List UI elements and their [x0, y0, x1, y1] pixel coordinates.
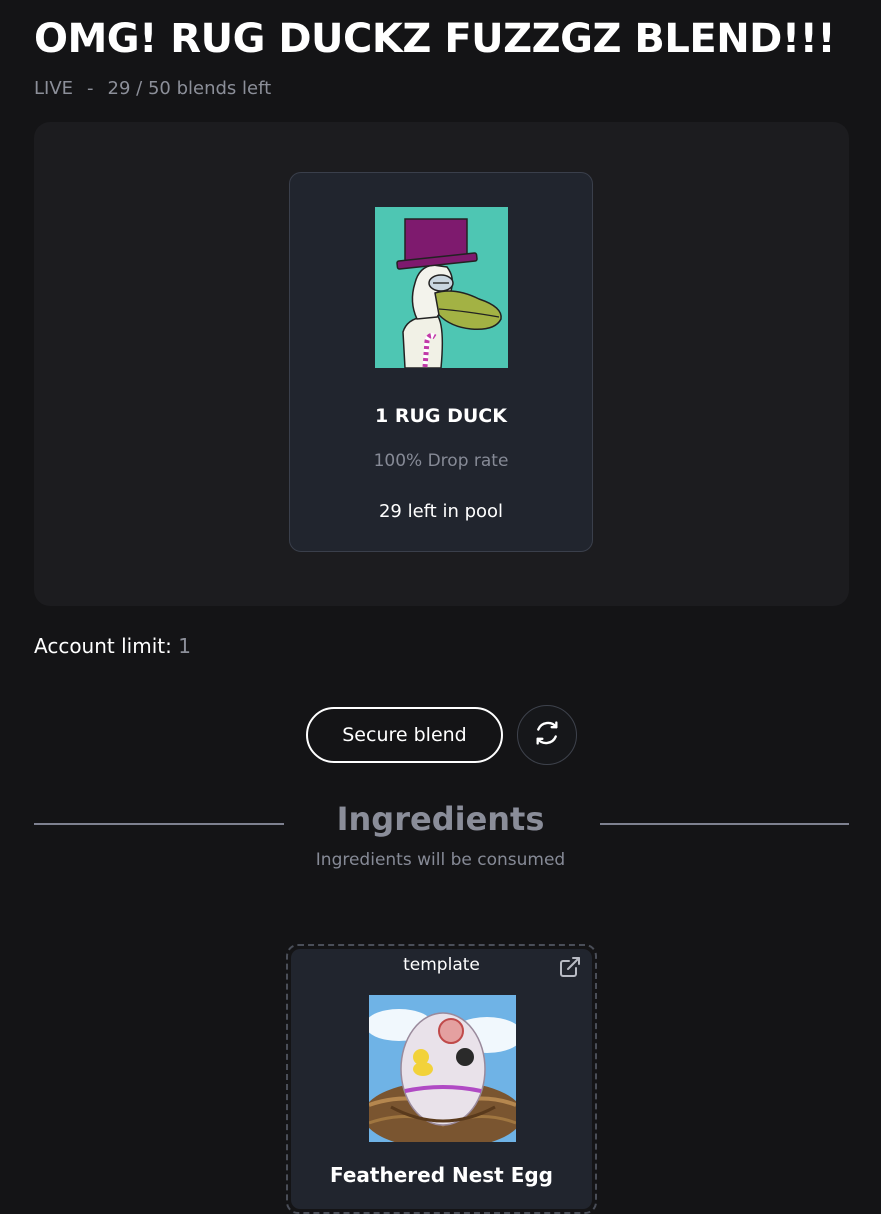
status-badge: LIVE — [34, 78, 74, 99]
account-limit-label: Account limit: — [34, 634, 172, 658]
feathered-nest-egg-image — [369, 995, 516, 1142]
result-panel: 1 RUG DUCK 100% Drop rate 29 left in poo… — [34, 122, 849, 606]
ingredient-type-label: template — [403, 955, 480, 975]
account-limit-value: 1 — [178, 634, 191, 658]
refresh-button[interactable] — [517, 705, 577, 765]
blends-left-count: 29 / 50 blends left — [107, 78, 272, 99]
drop-rate: 100% Drop rate — [373, 451, 509, 471]
rug-duck-image — [375, 207, 508, 368]
blend-status-line: LIVE -29 / 50 blends left — [34, 78, 271, 99]
result-card[interactable]: 1 RUG DUCK 100% Drop rate 29 left in poo… — [289, 172, 593, 552]
page-title: OMG! RUG DUCKZ FUZZGZ BLEND!!! — [34, 16, 836, 62]
ingredient-card-body: template Feathered Nest Egg — [291, 949, 592, 1209]
refresh-icon — [533, 719, 561, 751]
external-link-icon[interactable] — [558, 955, 582, 983]
status-separator: - — [87, 78, 94, 99]
secure-blend-button[interactable]: Secure blend — [306, 707, 503, 763]
account-limit: Account limit: 1 — [34, 634, 191, 658]
pool-count: 29 left in pool — [378, 501, 504, 522]
ingredients-subtitle: Ingredients will be consumed — [315, 850, 566, 870]
ingredient-name: Feathered Nest Egg — [329, 1163, 553, 1187]
ingredient-card[interactable]: template Feathered Nest Egg — [286, 944, 597, 1214]
ingredients-heading: Ingredients — [336, 800, 545, 838]
result-name: 1 RUG DUCK — [375, 405, 507, 427]
